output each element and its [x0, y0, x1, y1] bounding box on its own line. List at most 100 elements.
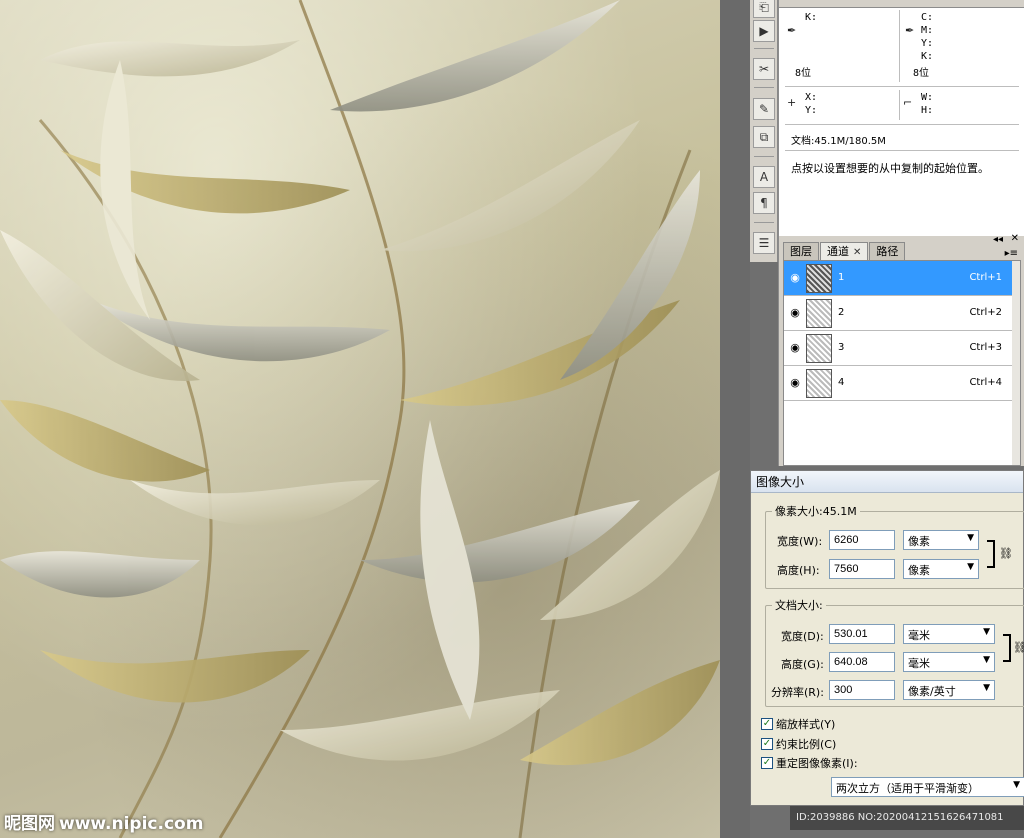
pixel-height-unit: 像素	[908, 564, 930, 577]
photoshop-workspace: 昵图网 www.nipic.com ⎗ ▶ ✂ ✎ ⧉ A ¶ ☰ ✒ K: 8位…	[0, 0, 1024, 838]
info-k-left: K:	[805, 12, 818, 23]
crosshair-icon: +	[787, 96, 797, 109]
doc-width-label: 宽度(D):	[781, 630, 824, 643]
channel-shortcut: Ctrl+1	[969, 272, 1002, 283]
info-y: Y:	[921, 38, 934, 49]
constrain-proportions-checkbox[interactable]: ✓ 约束比例(C)	[761, 736, 836, 752]
doc-width-unit: 毫米	[908, 629, 930, 642]
dock-separator	[754, 87, 774, 88]
visibility-eye-icon[interactable]: ◉	[788, 376, 802, 390]
clone-source-icon[interactable]: ⧉	[753, 126, 775, 148]
tab-paths[interactable]: 路径	[869, 242, 906, 260]
panel-dock: ⎗ ▶ ✂ ✎ ⧉ A ¶ ☰	[750, 0, 778, 262]
pixel-height-unit-select[interactable]: 像素 ▼	[903, 559, 979, 579]
tools-icon[interactable]: ✂	[753, 58, 775, 80]
chevron-down-icon: ▼	[983, 655, 990, 665]
tab-channels[interactable]: 通道 ✕	[820, 242, 869, 260]
actions-play-icon[interactable]: ▶	[753, 20, 775, 42]
panel-menu-icon[interactable]: ▸≡	[1005, 248, 1018, 259]
scale-styles-checkbox[interactable]: ✓ 缩放样式(Y)	[761, 716, 835, 732]
visibility-eye-icon[interactable]: ◉	[788, 341, 802, 355]
tab-layers[interactable]: 图层	[783, 242, 819, 260]
resolution-unit: 像素/英寸	[908, 685, 956, 698]
checkmark-icon: ✓	[761, 718, 773, 730]
document-size-legend: 文档大小:	[775, 599, 823, 612]
doc-height-unit-select[interactable]: 毫米 ▼	[903, 652, 995, 672]
chevron-down-icon: ▼	[983, 683, 990, 693]
visibility-eye-icon[interactable]: ◉	[788, 271, 802, 285]
pixel-height-input[interactable]	[829, 559, 895, 579]
tab-paths-label: 路径	[876, 245, 899, 258]
doc-height-label: 高度(G):	[781, 658, 824, 671]
close-icon[interactable]: ✕	[1011, 233, 1019, 244]
brush-icon[interactable]: ✎	[753, 98, 775, 120]
checkmark-icon: ✓	[761, 757, 773, 769]
dialog-title[interactable]: 图像大小	[751, 471, 1023, 493]
chevron-down-icon: ▼	[1013, 780, 1020, 790]
chevron-down-icon: ▼	[967, 533, 974, 543]
channels-scrollbar[interactable]	[1012, 261, 1020, 465]
image-id-strip: ID:2039886 NO:20200412151626471081	[790, 806, 1024, 830]
resample-checkbox[interactable]: ✓ 重定图像像素(I):	[761, 755, 858, 771]
info-panel: ✒ K: 8位 ✒ C: M: Y: K: 8位 + X: Y: ⌐ W: H:…	[778, 0, 1024, 236]
character-icon[interactable]: A	[753, 166, 775, 188]
layer-comps-icon[interactable]: ☰	[753, 232, 775, 254]
info-w: W:	[921, 92, 934, 103]
resolution-label: 分辨率(R):	[771, 686, 824, 699]
info-panel-tabbar	[779, 0, 1024, 8]
width-label: 宽度(W):	[777, 535, 823, 548]
resample-method: 两次立方（适用于平滑渐变）	[836, 782, 979, 795]
info-doc-size: 文档:45.1M/180.5M	[791, 136, 886, 147]
dock-separator	[754, 222, 774, 223]
info-h: H:	[921, 105, 934, 116]
channel-row[interactable]: ◉ 2 Ctrl+2	[784, 296, 1020, 331]
chain-link-icon: ⛓	[1013, 641, 1024, 654]
height-label: 高度(H):	[777, 564, 820, 577]
dock-separator	[754, 156, 774, 157]
watermark-url: www.nipic.com	[59, 814, 204, 834]
info-c: C:	[921, 12, 934, 23]
constrain-bracket	[987, 540, 995, 568]
info-bits-right: 8位	[913, 68, 930, 79]
doc-height-unit: 毫米	[908, 657, 930, 670]
pixel-width-unit: 像素	[908, 535, 930, 548]
channel-name: 3	[838, 342, 845, 353]
dock-separator	[754, 48, 774, 49]
chevron-down-icon: ▼	[983, 627, 990, 637]
doc-width-unit-select[interactable]: 毫米 ▼	[903, 624, 995, 644]
selection-size-icon: ⌐	[903, 96, 913, 109]
resample-label: 重定图像像素(I):	[776, 757, 858, 770]
info-divider	[899, 90, 900, 120]
info-x: X:	[805, 92, 818, 103]
history-icon[interactable]: ⎗	[753, 0, 775, 18]
resolution-unit-select[interactable]: 像素/英寸 ▼	[903, 680, 995, 700]
pixel-width-unit-select[interactable]: 像素 ▼	[903, 530, 979, 550]
channel-thumbnail	[806, 299, 832, 328]
image-canvas[interactable]: 昵图网 www.nipic.com	[0, 0, 720, 838]
doc-width-input[interactable]	[829, 624, 895, 644]
resample-method-select[interactable]: 两次立方（适用于平滑渐变） ▼	[831, 777, 1024, 797]
channels-tabs: 图层 通道 ✕ 路径	[783, 242, 906, 260]
constrain-bracket	[1003, 634, 1011, 662]
chain-link-icon: ⛓	[999, 547, 1013, 560]
info-divider	[785, 150, 1019, 151]
tab-channels-label: 通道	[827, 245, 849, 258]
minimize-icon[interactable]: ◂◂	[993, 234, 1003, 245]
channel-name: 2	[838, 307, 845, 318]
pixel-dimensions-legend: 像素大小:45.1M	[775, 505, 857, 518]
doc-height-input[interactable]	[829, 652, 895, 672]
channel-name: 4	[838, 377, 845, 388]
channel-thumbnail	[806, 264, 832, 293]
checkmark-icon: ✓	[761, 738, 773, 750]
info-divider	[899, 10, 900, 82]
channel-row[interactable]: ◉ 3 Ctrl+3	[784, 331, 1020, 366]
tab-close-icon[interactable]: ✕	[853, 247, 861, 258]
channel-thumbnail	[806, 369, 832, 398]
channel-row[interactable]: ◉ 1 Ctrl+1	[784, 261, 1020, 296]
visibility-eye-icon[interactable]: ◉	[788, 306, 802, 320]
channels-panel: ◂◂ ✕ 图层 通道 ✕ 路径 ▸≡ ◉ 1 Ctrl+1 ◉ 2 Ctrl+2 …	[778, 233, 1024, 466]
paragraph-icon[interactable]: ¶	[753, 192, 775, 214]
pixel-width-input[interactable]	[829, 530, 895, 550]
resolution-input[interactable]	[829, 680, 895, 700]
channel-row[interactable]: ◉ 4 Ctrl+4	[784, 366, 1020, 401]
